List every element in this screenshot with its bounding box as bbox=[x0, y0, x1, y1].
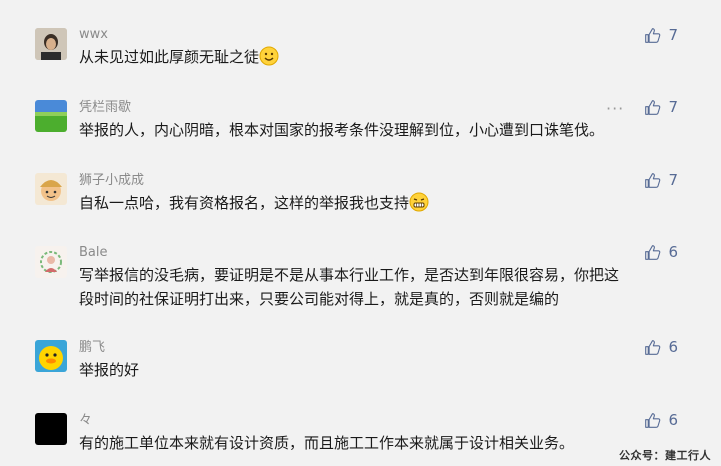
comment-text: 举报的好 bbox=[79, 361, 140, 379]
like-count: 7 bbox=[668, 98, 678, 116]
comment-text: 有的施工单位本来就有设计资质，而且施工工作本来就属于设计相关业务。 bbox=[79, 434, 575, 452]
comment-text: 举报的人，内心阴暗，根本对国家的报考条件没理解到位，小心遭到口诛笔伐。 bbox=[79, 121, 605, 139]
like-button[interactable]: 7 bbox=[644, 98, 678, 116]
commenter-name[interactable]: Bale bbox=[79, 245, 108, 261]
avatar[interactable] bbox=[35, 413, 67, 445]
avatar[interactable] bbox=[35, 246, 67, 278]
watermark: 公众号：建工行人 bbox=[619, 449, 711, 462]
thumbs-up-icon bbox=[645, 27, 661, 43]
comment-text: 自私一点哈，我有资格报名，这样的举报我也支持 bbox=[79, 191, 689, 219]
like-button[interactable]: 6 bbox=[644, 338, 678, 356]
comment-text-line: 段时间的社保证明打出来，只要公司能对得上，就是真的，否则就是编的 bbox=[79, 290, 560, 308]
avatar[interactable] bbox=[35, 340, 67, 372]
like-count: 7 bbox=[668, 171, 678, 189]
avatar[interactable] bbox=[35, 28, 67, 60]
avatar[interactable] bbox=[35, 100, 67, 132]
more-dots-icon[interactable]: ··· bbox=[606, 101, 624, 117]
comment-text: 写举报信的没毛病，要证明是不是从事本行业工作，是否达到年限很容易，你把这 段时间… bbox=[79, 263, 689, 311]
like-count: 6 bbox=[668, 411, 678, 429]
thumbs-up-icon bbox=[645, 244, 661, 260]
thumbs-up-icon bbox=[645, 412, 661, 428]
commenter-name[interactable]: wwx bbox=[79, 27, 108, 43]
comment-text-line: 写举报信的没毛病，要证明是不是从事本行业工作，是否达到年限很容易，你把这 bbox=[79, 266, 620, 284]
grin-emoji-icon bbox=[409, 192, 429, 219]
like-button[interactable]: 6 bbox=[644, 411, 678, 429]
like-count: 6 bbox=[668, 338, 678, 356]
like-button[interactable]: 7 bbox=[644, 171, 678, 189]
thumbs-up-icon bbox=[645, 99, 661, 115]
thumbs-up-icon bbox=[645, 172, 661, 188]
commenter-name[interactable]: 凭栏雨歇 bbox=[79, 100, 131, 116]
smile-emoji-icon bbox=[259, 46, 279, 73]
like-button[interactable]: 6 bbox=[644, 243, 678, 261]
commenter-name[interactable]: 狮子小成成 bbox=[79, 173, 144, 189]
thumbs-up-icon bbox=[645, 339, 661, 355]
like-count: 6 bbox=[668, 243, 678, 261]
like-count: 7 bbox=[668, 26, 678, 44]
commenter-name[interactable]: 鹏飞 bbox=[79, 340, 105, 356]
like-button[interactable]: 7 bbox=[644, 26, 678, 44]
comment-text: 从未见过如此厚颜无耻之徒 bbox=[79, 45, 689, 73]
avatar[interactable] bbox=[35, 173, 67, 205]
commenter-name[interactable]: 々 bbox=[79, 413, 92, 429]
